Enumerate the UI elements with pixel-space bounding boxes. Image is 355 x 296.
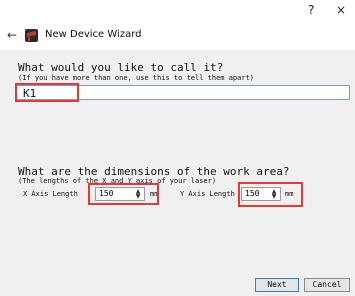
name-hint: (If you have more than one, use this to …: [18, 74, 255, 82]
x-axis-spinbox[interactable]: 150 ▲ ▼: [95, 187, 145, 201]
title-bar: ? ×: [0, 0, 355, 22]
spin-arrows-icon[interactable]: ▲ ▼: [269, 189, 279, 200]
next-button[interactable]: Next: [255, 278, 299, 292]
x-axis-value: 150: [99, 189, 114, 198]
dimensions-hint: (The lengths of the X and Y axis of your…: [18, 177, 217, 185]
spin-arrows-icon[interactable]: ▲ ▼: [133, 189, 143, 200]
help-button[interactable]: ?: [308, 3, 314, 17]
x-axis-unit: mm: [150, 190, 159, 198]
app-logo-icon: [25, 29, 38, 42]
cancel-button[interactable]: Cancel: [304, 278, 350, 292]
button-bar: [0, 268, 355, 296]
close-button[interactable]: ×: [336, 3, 346, 17]
y-axis-value: 150: [245, 189, 260, 198]
y-axis-label: Y Axis Length: [180, 190, 235, 198]
name-question: What would you like to call it?: [18, 61, 224, 74]
device-name-input[interactable]: K1: [16, 85, 350, 100]
y-axis-unit: mm: [285, 190, 294, 198]
wizard-header: ← New Device Wizard: [0, 22, 355, 50]
back-arrow-icon[interactable]: ←: [7, 28, 17, 42]
y-axis-spinbox[interactable]: 150 ▲ ▼: [241, 187, 281, 201]
wizard-title: New Device Wizard: [45, 29, 142, 40]
x-axis-label: X Axis Length: [23, 190, 78, 198]
